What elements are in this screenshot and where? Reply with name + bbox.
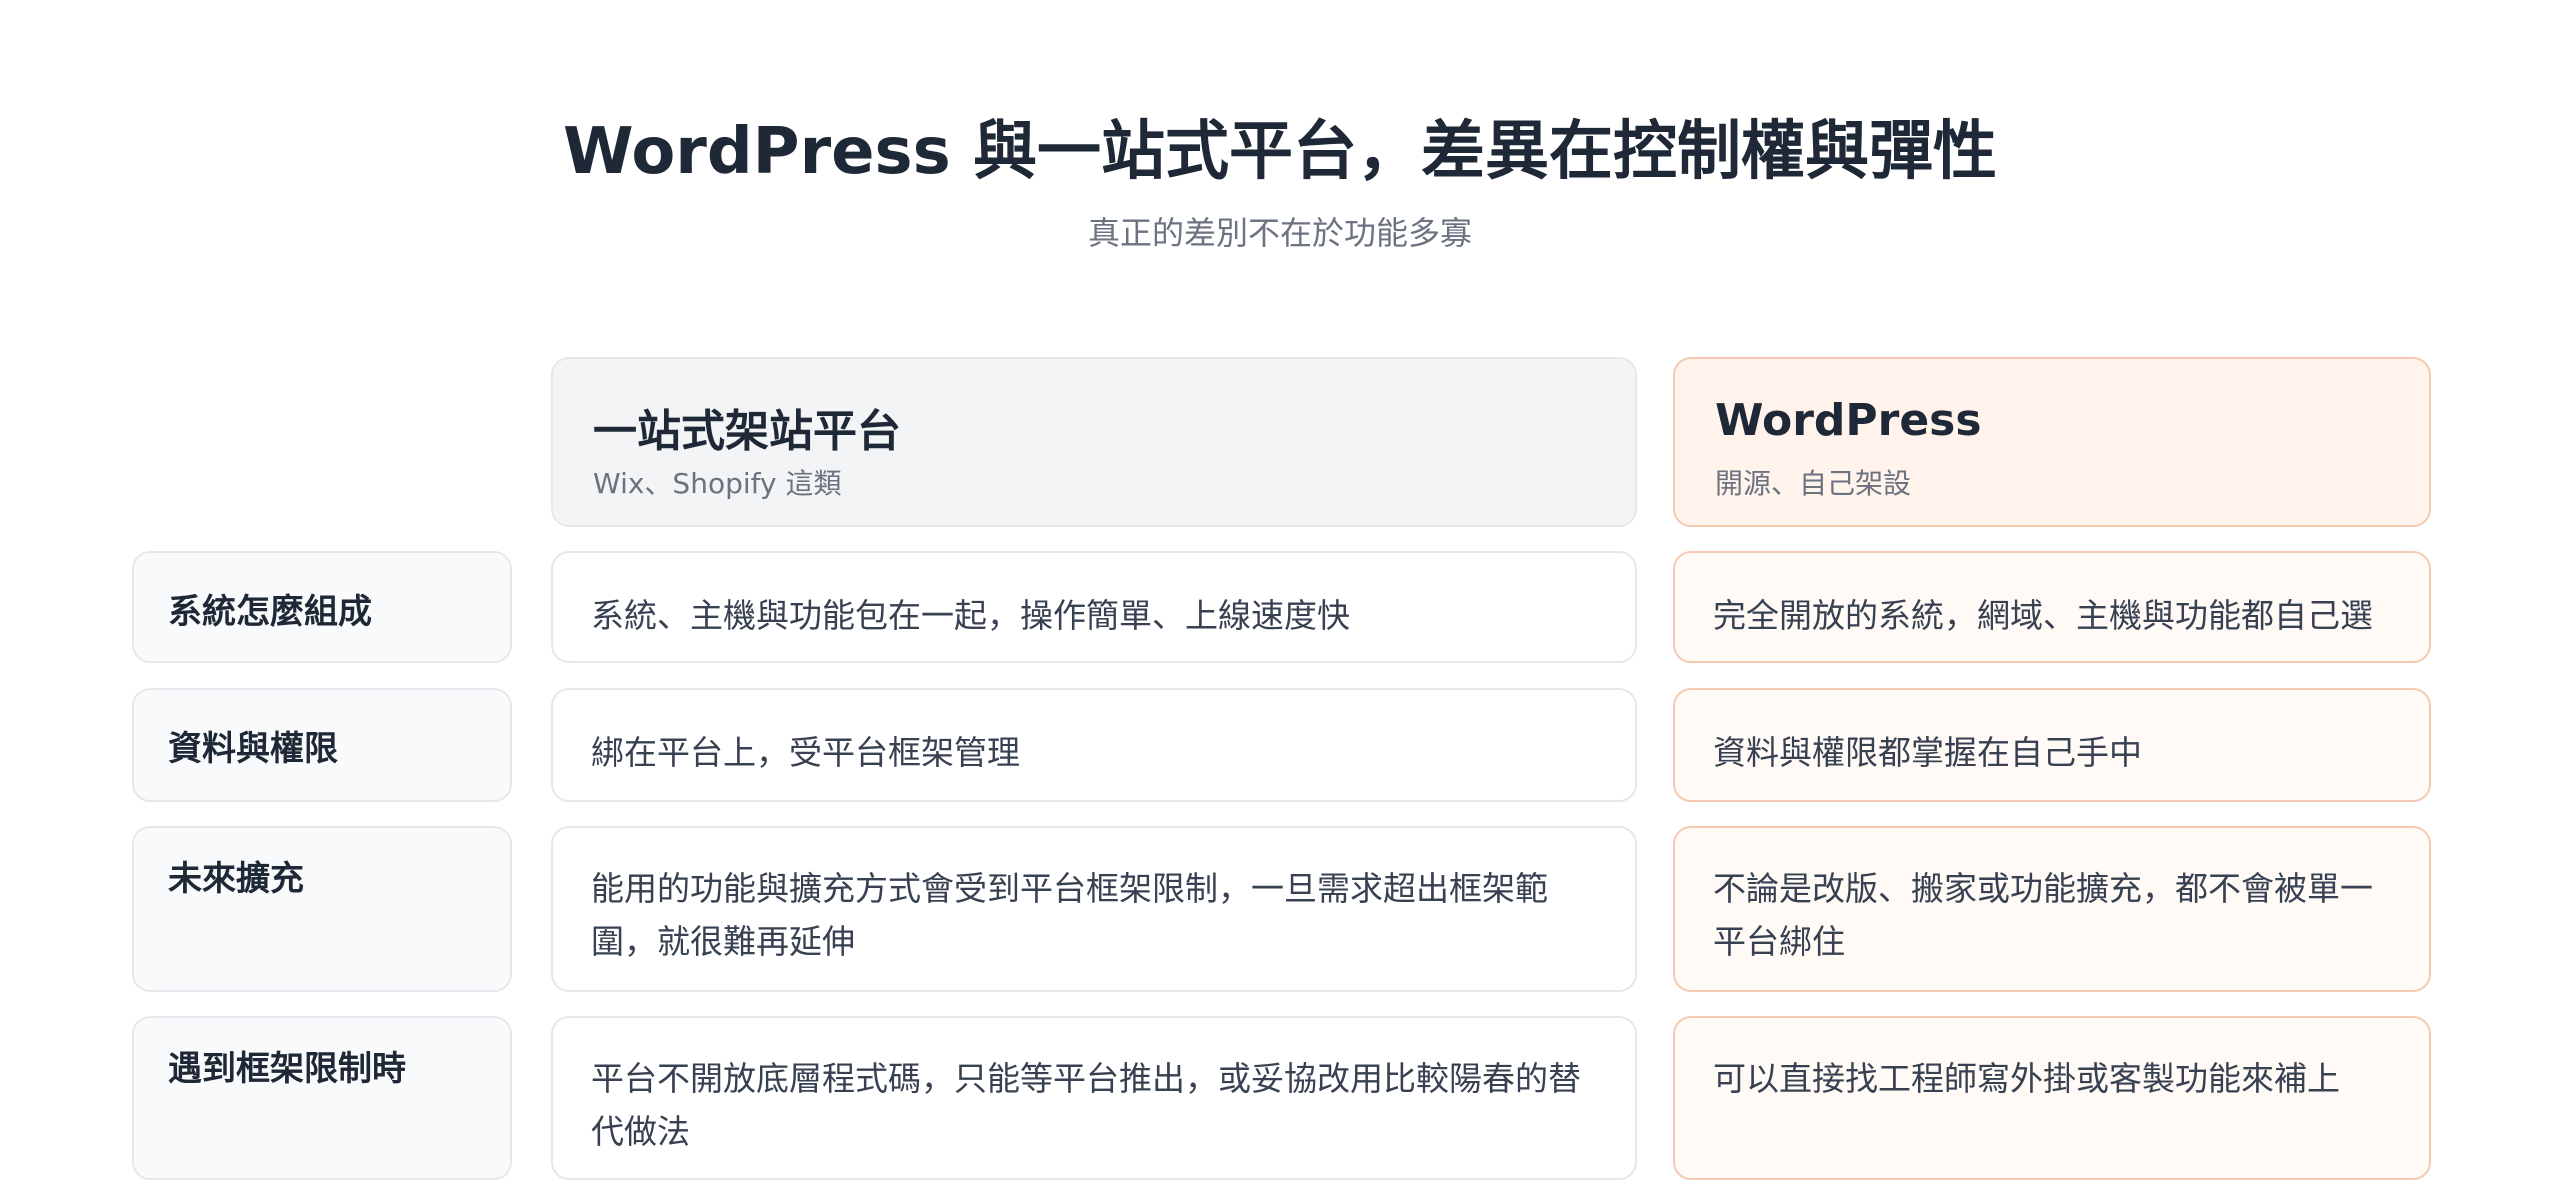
wordpress-cell-text: 資料與權限都掌握在自己手中 bbox=[1713, 733, 2142, 772]
row-label: 系統怎麼組成 bbox=[168, 592, 372, 632]
row-label-card: 未來擴充 bbox=[132, 826, 512, 992]
platform-cell: 能用的功能與擴充方式會受到平台框架限制，一旦需求超出框架範圍，就很難再延伸 bbox=[551, 826, 1637, 992]
column-subtitle-wordpress: 開源、自己架設 bbox=[1715, 467, 1912, 500]
wordpress-cell: 完全開放的系統，網域、主機與功能都自己選 bbox=[1673, 551, 2431, 663]
column-title-wordpress: WordPress bbox=[1715, 395, 1982, 446]
row-label-card: 遇到框架限制時 bbox=[132, 1016, 512, 1180]
column-subtitle-platform: Wix、Shopify 這類 bbox=[593, 467, 842, 500]
platform-cell-text: 綁在平台上，受平台框架管理 bbox=[591, 733, 1020, 772]
column-header-platform: 一站式架站平台 Wix、Shopify 這類 bbox=[551, 357, 1637, 527]
wordpress-cell-text: 可以直接找工程師寫外掛或客製功能來補上 bbox=[1713, 1059, 2340, 1098]
wordpress-cell-text: 完全開放的系統，網域、主機與功能都自己選 bbox=[1713, 596, 2373, 635]
wordpress-cell: 不論是改版、搬家或功能擴充，都不會被單一平台綁住 bbox=[1673, 826, 2431, 992]
wordpress-cell: 可以直接找工程師寫外掛或客製功能來補上 bbox=[1673, 1016, 2431, 1180]
platform-cell-text: 系統、主機與功能包在一起，操作簡單、上線速度快 bbox=[591, 596, 1350, 635]
platform-cell-text: 平台不開放底層程式碼，只能等平台推出，或妥協改用比較陽春的替代做法 bbox=[591, 1059, 1581, 1151]
platform-cell: 系統、主機與功能包在一起，操作簡單、上線速度快 bbox=[551, 551, 1637, 663]
row-label: 遇到框架限制時 bbox=[168, 1049, 406, 1089]
column-header-wordpress: WordPress 開源、自己架設 bbox=[1673, 357, 2431, 527]
wordpress-cell: 資料與權限都掌握在自己手中 bbox=[1673, 688, 2431, 802]
page-subtitle: 真正的差別不在於功能多寡 bbox=[1087, 214, 1472, 252]
column-title-platform: 一站式架站平台 bbox=[593, 406, 901, 457]
platform-cell: 綁在平台上，受平台框架管理 bbox=[551, 688, 1637, 802]
platform-cell-text: 能用的功能與擴充方式會受到平台框架限制，一旦需求超出框架範圍，就很難再延伸 bbox=[591, 869, 1548, 961]
row-label: 未來擴充 bbox=[168, 859, 304, 899]
row-label-card: 系統怎麼組成 bbox=[132, 551, 512, 663]
row-label: 資料與權限 bbox=[168, 729, 338, 769]
platform-cell: 平台不開放底層程式碼，只能等平台推出，或妥協改用比較陽春的替代做法 bbox=[551, 1016, 1637, 1180]
wordpress-cell-text: 不論是改版、搬家或功能擴充，都不會被單一平台綁住 bbox=[1713, 869, 2373, 961]
page-title: WordPress 與一站式平台，差異在控制權與彈性 bbox=[563, 115, 1997, 189]
row-label-card: 資料與權限 bbox=[132, 688, 512, 802]
